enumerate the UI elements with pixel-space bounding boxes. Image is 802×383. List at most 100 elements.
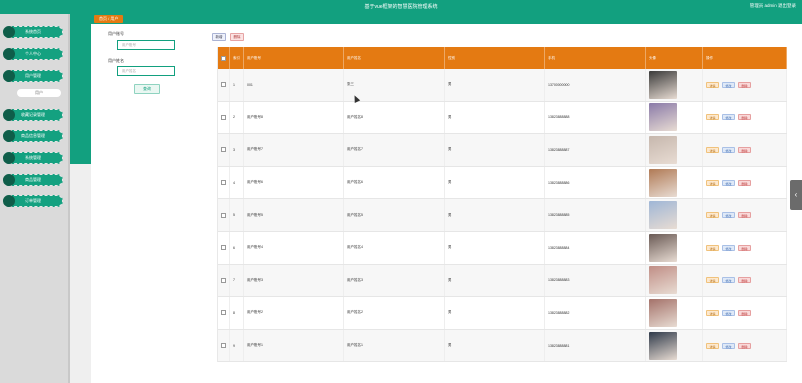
row-select-cell[interactable] <box>218 134 230 166</box>
checkbox-icon[interactable] <box>221 180 226 186</box>
table-row: 5 用户账号5 用户姓名5 男 13823888885 详情 修改 删除 <box>218 199 787 232</box>
sidebar-item-label: 用户管理 <box>25 73 41 78</box>
row-select-cell[interactable] <box>218 297 230 329</box>
checkbox-icon[interactable] <box>221 82 226 88</box>
checkbox-icon[interactable] <box>221 310 226 316</box>
delete-row-button[interactable]: 删除 <box>738 81 751 88</box>
gender-cell: 男 <box>445 69 545 101</box>
edit-button[interactable]: 修改 <box>722 244 735 251</box>
sidebar-item-profile[interactable]: 个人中心 <box>3 48 63 60</box>
detail-button[interactable]: 详情 <box>706 342 719 349</box>
row-select-cell[interactable] <box>218 329 230 362</box>
avatar-cell <box>646 69 703 101</box>
detail-button[interactable]: 详情 <box>706 277 719 284</box>
detail-button[interactable]: 详情 <box>706 114 719 121</box>
account-cell: 用户账号8 <box>244 101 344 134</box>
sidebar-item-label: 个人中心 <box>25 51 41 56</box>
edit-button[interactable]: 修改 <box>722 81 735 88</box>
avatar <box>649 70 677 99</box>
breadcrumb: 首页 / 用户 <box>94 15 124 23</box>
user-info[interactable]: 管理员 admin 退出登录 <box>750 3 796 9</box>
sidebar-item-orders[interactable]: 订单管理 <box>3 195 63 207</box>
table-row: 3 用户账号7 用户姓名7 男 13823888887 详情 修改 删除 <box>218 134 787 167</box>
row-select-cell[interactable] <box>218 101 230 134</box>
header-select[interactable] <box>218 47 230 69</box>
delete-row-button[interactable]: 删除 <box>738 244 751 251</box>
account-search-input[interactable]: 用户账号 <box>117 40 175 50</box>
row-select-cell[interactable] <box>218 199 230 231</box>
sidebar-item-products-info[interactable]: 商品信息管理 <box>3 130 63 142</box>
index-cell: 5 <box>230 199 244 231</box>
checkbox-icon[interactable] <box>221 212 226 218</box>
edit-button[interactable]: 修改 <box>722 212 735 219</box>
checkbox-icon[interactable] <box>221 114 226 120</box>
menu-icon <box>3 174 15 186</box>
sidebar-item-home[interactable]: 系统首页 <box>3 26 63 38</box>
search-button[interactable]: 查询 <box>134 84 160 94</box>
gender-cell: 男 <box>445 101 545 134</box>
row-select-cell[interactable] <box>218 264 230 297</box>
delete-row-button[interactable]: 删除 <box>738 277 751 284</box>
name-cell: 用户姓名6 <box>344 166 445 199</box>
checkbox-icon[interactable] <box>221 56 226 61</box>
delete-button[interactable]: 删除 <box>230 33 244 41</box>
avatar <box>649 135 677 164</box>
users-table: 索引 用户账号 用户姓名 性别 手机 头像 操作 1 001 张三男 13700000… <box>217 47 787 363</box>
detail-button[interactable]: 详情 <box>706 212 719 219</box>
delete-row-button[interactable]: 删除 <box>738 342 751 349</box>
delete-row-button[interactable]: 删除 <box>738 212 751 219</box>
name-search-input[interactable]: 用户姓名 <box>117 66 175 76</box>
avatar <box>649 168 677 197</box>
sidebar-item-label: 商品管理 <box>25 177 41 182</box>
actions-cell: 详情 修改 删除 <box>703 231 787 264</box>
delete-row-button[interactable]: 删除 <box>738 309 751 316</box>
header-account: 用户账号 <box>244 47 344 69</box>
edit-button[interactable]: 修改 <box>722 114 735 121</box>
side-toggle-button[interactable]: ‹ <box>790 180 802 210</box>
index-cell: 6 <box>230 231 244 264</box>
avatar <box>649 266 677 295</box>
checkbox-icon[interactable] <box>221 147 226 153</box>
top-bar: 基于vue框架的智慧医院管理系统 管理员 admin 退出登录 <box>0 0 802 14</box>
delete-row-button[interactable]: 删除 <box>738 179 751 186</box>
actions-cell: 详情 修改 删除 <box>703 199 787 231</box>
detail-button[interactable]: 详情 <box>706 244 719 251</box>
header-avatar: 头像 <box>646 47 703 69</box>
sidebar-item-label: 商品信息管理 <box>21 133 45 138</box>
index-cell: 7 <box>230 264 244 297</box>
checkbox-icon[interactable] <box>221 277 226 283</box>
detail-button[interactable]: 详情 <box>706 309 719 316</box>
breadcrumb-home[interactable]: 首页 <box>99 16 107 21</box>
add-button[interactable]: 新增 <box>212 33 226 41</box>
detail-button[interactable]: 详情 <box>706 146 719 153</box>
gender-cell: 男 <box>445 329 545 362</box>
detail-button[interactable]: 详情 <box>706 81 719 88</box>
detail-button[interactable]: 详情 <box>706 179 719 186</box>
table-body: 1 001 张三男 13700000000 详情 修改 删除 2 用户账号8 用户姓名8 男 1382… <box>218 69 787 363</box>
sidebar-item-system[interactable]: 系统管理 <box>3 152 63 164</box>
menu-icon <box>3 130 15 142</box>
gender-cell: 男 <box>445 231 545 264</box>
edit-button[interactable]: 修改 <box>722 309 735 316</box>
sidebar-item-products[interactable]: 商品管理 <box>3 174 63 186</box>
actions-cell: 详情 修改 删除 <box>703 264 787 297</box>
edit-button[interactable]: 修改 <box>722 146 735 153</box>
edit-button[interactable]: 修改 <box>722 179 735 186</box>
delete-row-button[interactable]: 删除 <box>738 114 751 121</box>
menu-icon <box>3 70 15 82</box>
sidebar-item-favorites[interactable]: 收藏记录管理 <box>3 109 63 121</box>
phone-cell: 13823888881 <box>545 329 646 362</box>
sidebar-item-users[interactable]: 用户管理 <box>3 70 63 82</box>
checkbox-icon[interactable] <box>221 343 226 349</box>
checkbox-icon[interactable] <box>221 245 226 251</box>
sidebar-subitem-users[interactable]: 用户 <box>17 89 61 97</box>
edit-button[interactable]: 修改 <box>722 277 735 284</box>
avatar-cell <box>646 329 703 362</box>
delete-row-button[interactable]: 删除 <box>738 146 751 153</box>
edit-button[interactable]: 修改 <box>722 342 735 349</box>
row-select-cell[interactable] <box>218 231 230 264</box>
index-cell: 1 <box>230 69 244 101</box>
row-select-cell[interactable] <box>218 69 230 101</box>
gender-cell: 男 <box>445 134 545 166</box>
row-select-cell[interactable] <box>218 166 230 199</box>
